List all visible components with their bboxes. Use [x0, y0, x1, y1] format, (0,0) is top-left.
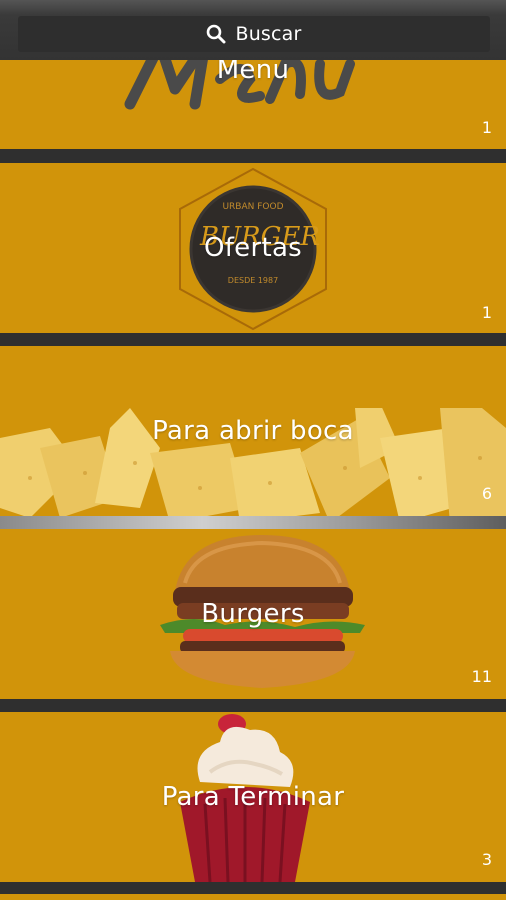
- search-label: Buscar: [235, 23, 302, 45]
- category-title: Menu: [216, 60, 290, 85]
- category-count: 1: [481, 303, 492, 322]
- separator: [0, 149, 506, 163]
- category-count: 11: [471, 667, 492, 686]
- category-card-burgers[interactable]: Burgers 11: [0, 529, 506, 699]
- search-button[interactable]: Buscar: [18, 16, 490, 52]
- badge-text-top: URBAN FOOD: [222, 202, 283, 212]
- category-title: Burgers: [201, 599, 305, 629]
- separator: [0, 333, 506, 346]
- separator: [0, 882, 506, 894]
- category-card-ofertas[interactable]: URBAN FOOD BURGER DESDE 1987 Ofertas 1: [0, 163, 506, 333]
- category-count: 1: [481, 118, 492, 137]
- category-card-para-abrir-boca[interactable]: Para abrir boca 6: [0, 346, 506, 516]
- category-card-para-terminar[interactable]: Para Terminar 3: [0, 712, 506, 882]
- search-icon: [207, 24, 226, 44]
- category-title: Para abrir boca: [152, 416, 354, 446]
- category-title: Ofertas: [203, 233, 303, 263]
- category-card-next[interactable]: [0, 894, 506, 900]
- category-title: Para Terminar: [161, 782, 345, 812]
- category-count: 6: [481, 484, 492, 503]
- separator: [0, 699, 506, 712]
- badge-text-bottom: DESDE 1987: [228, 276, 278, 285]
- category-count: 3: [481, 850, 492, 869]
- top-bar: Buscar: [0, 0, 506, 60]
- separator: [0, 516, 506, 529]
- category-card-menu[interactable]: Menu 1: [0, 60, 506, 149]
- menu-screen: Buscar Menu 1 URBAN FOOD BURGER DESDE 19…: [0, 0, 506, 900]
